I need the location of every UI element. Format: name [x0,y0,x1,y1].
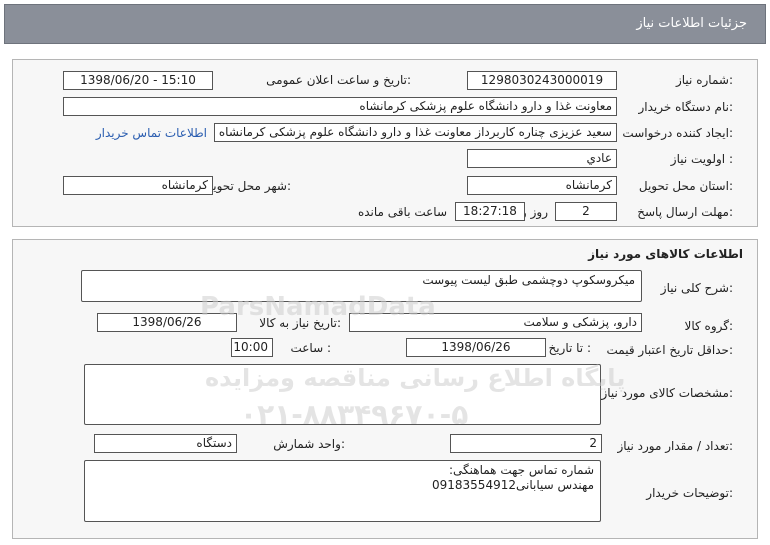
announce-datetime-field: 1398/06/20 - 15:10 [63,71,213,90]
priority-field: عادي [467,149,617,168]
need-number-field: 1298030243000019 [467,71,617,90]
remaining-time-field: 18:27:18 [455,202,525,221]
unit-field: دستگاه [94,434,237,453]
until-date-field: 1398/06/26 [406,338,546,357]
goods-section-title: اطلاعات کالاهای مورد نیاز [588,247,743,261]
response-deadline-label: مهلت ارسال پاسخ: [637,205,733,219]
buyer-org-label: نام دستگاه خریدار: [638,100,734,114]
buyer-notes-line1: شماره تماس جهت هماهنگی: [448,463,594,477]
quantity-label: تعداد / مقدار مورد نیاز: [617,439,733,453]
request-creator-field: سعید عزیزی چناره کاربرداز معاونت غذا و د… [214,123,617,142]
buyer-notes-label: توضیحات خریدار: [646,486,733,500]
days-label: روز و [521,205,548,219]
delivery-province-label: استان محل تحویل: [638,179,733,193]
hour-label: ساعت : [290,341,331,355]
goods-specs-field [84,364,601,425]
general-description-field: میکروسکوپ دوچشمی طبق لیست پیوست [81,270,642,302]
remaining-days-field: 2 [555,202,617,221]
buyer-notes-line2: مهندس سیابانی09183554912 [432,478,594,492]
goods-group-field: دارو، پزشکی و سلامت [349,313,642,332]
quantity-field: 2 [450,434,602,453]
buyer-notes-field: شماره تماس جهت هماهنگی: مهندس سیابانی091… [84,460,601,522]
need-date-label: تاریخ نیاز به کالا: [259,316,341,330]
need-info-panel: شماره نیاز: 1298030243000019 تاریخ و ساع… [12,59,758,227]
unit-label: واحد شمارش: [273,437,345,451]
general-description-label: شرح کلی نیاز: [660,281,733,295]
delivery-city-label: شهر محل تحویل: [204,179,291,193]
goods-group-label: گروه کالا: [684,319,734,333]
goods-specs-label: مشخصات کالای مورد نیاز: [601,386,733,400]
need-number-label: شماره نیاز: [675,73,733,87]
goods-info-panel: اطلاعات کالاهای مورد نیاز شرح کلی نیاز: … [12,239,758,539]
page-header: جزئیات اطلاعات نیاز [4,4,766,44]
announce-datetime-label: تاریخ و ساعت اعلان عمومی: [266,73,411,87]
priority-label: اولویت نیاز : [670,152,733,166]
need-date-field: 1398/06/26 [97,313,237,332]
price-validity-label: حداقل تاریخ اعتبار قیمت: [606,343,733,357]
buyer-contact-link[interactable]: اطلاعات تماس خریدار [96,126,207,140]
page-title: جزئیات اطلاعات نیاز [636,16,747,31]
delivery-city-field: کرمانشاه [63,176,213,195]
hour-field: 10:00 [231,338,273,357]
until-date-label: تا تاریخ : [548,341,591,355]
request-creator-label: ایجاد کننده درخواست: [622,126,733,140]
buyer-org-field: معاونت غذا و دارو دانشگاه علوم پزشکی کرم… [63,97,617,116]
delivery-province-field: کرمانشاه [467,176,617,195]
time-remaining-label: ساعت باقی مانده [357,205,447,219]
